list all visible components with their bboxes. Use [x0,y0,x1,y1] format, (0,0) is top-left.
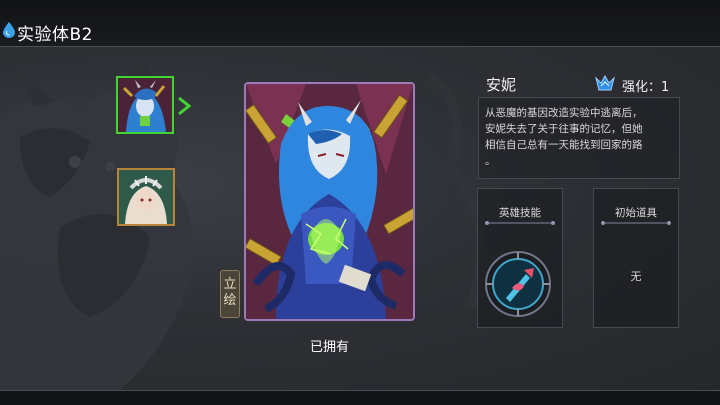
divider-icon [485,221,555,225]
starting-item-title: 初始道具 [615,207,657,219]
annie-card-art [246,84,413,319]
hero-skill-icon[interactable] [484,250,552,318]
selected-arrow-icon [178,96,191,116]
enhance-crown-icon [595,74,615,91]
owned-status: 已拥有 [309,340,349,355]
hero-skill-title: 英雄技能 [499,207,541,219]
bottom-bar [0,390,720,405]
illustration-button-label: 立 绘 [223,277,237,308]
page-title: 实验体B2 [17,25,93,45]
hero-thumb-second[interactable] [117,168,175,226]
divider-icon [601,221,671,225]
starting-item-value: 无 [630,270,642,283]
droplet-icon [3,22,15,38]
hero-description: 从恶魔的基因改造实验中逃离后， 安妮失去了关于往事的记忆，但她 相信自己总有一天… [485,107,643,167]
hero-portrait-icon [119,170,173,224]
illustration-button[interactable]: 立 绘 [220,270,240,318]
hero-card[interactable] [244,82,415,321]
hero-name: 安妮 [486,76,517,94]
hero-thumb-annie[interactable] [116,76,174,134]
annie-portrait-icon [118,78,172,132]
top-bar: 实验体B2 [0,0,720,47]
enhance-level: 强化：1 [622,80,670,95]
